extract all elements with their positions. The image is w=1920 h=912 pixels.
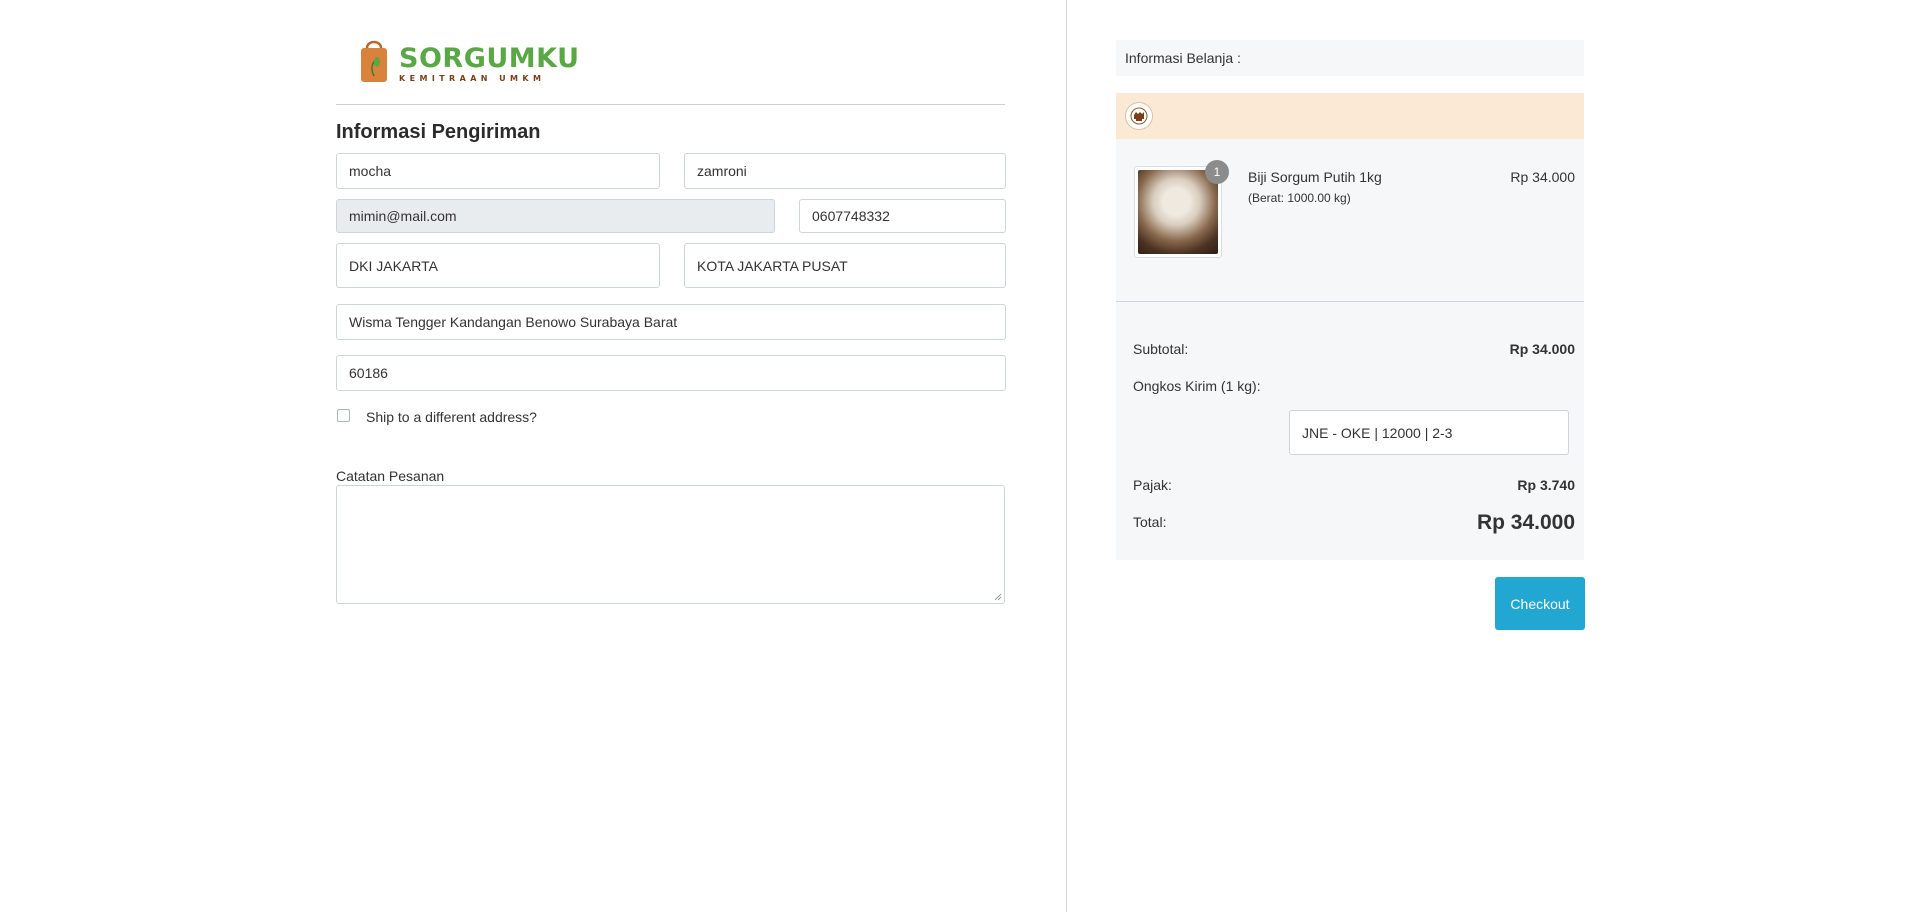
product-price: Rp 34.000: [1510, 169, 1575, 185]
shipping-option-select[interactable]: JNE - OKE | 12000 | 2-3: [1289, 410, 1569, 455]
tax-label: Pajak:: [1133, 477, 1172, 493]
product-weight: (Berat: 1000.00 kg): [1248, 191, 1351, 205]
order-summary-header: Informasi Belanja :: [1116, 40, 1584, 76]
checkout-button[interactable]: Checkout: [1495, 577, 1585, 630]
tax-value: Rp 3.740: [1517, 477, 1575, 493]
header-divider: [336, 104, 1005, 105]
product-name: Biji Sorgum Putih 1kg: [1248, 169, 1382, 185]
city-select[interactable]: KOTA JAKARTA PUSAT: [684, 243, 1006, 288]
total-label: Total:: [1133, 514, 1167, 530]
subtotal-label: Subtotal:: [1133, 341, 1189, 357]
sorgumku-logo[interactable]: SORGUMKU KEMITRAAN UMKM: [359, 38, 579, 88]
page-title: Informasi Pengiriman: [336, 121, 541, 143]
subtotal-value: Rp 34.000: [1509, 341, 1575, 357]
brand-name: SORGUMKU: [399, 43, 580, 74]
order-notes-textarea[interactable]: [336, 485, 1005, 604]
store-bar: [1116, 93, 1584, 139]
ship-different-label[interactable]: Ship to a different address?: [366, 409, 537, 425]
phone-field[interactable]: 0607748332: [799, 199, 1006, 233]
brand-tagline: KEMITRAAN UMKM: [399, 74, 546, 83]
shopping-bag-icon: [361, 40, 387, 82]
column-divider: [1066, 0, 1067, 912]
store-logo-icon: [1125, 102, 1153, 130]
sorghum-image-icon: [1138, 170, 1218, 254]
province-select[interactable]: DKI JAKARTA: [336, 243, 660, 288]
last-name-field[interactable]: zamroni: [684, 153, 1006, 189]
first-name-field[interactable]: mocha: [336, 153, 660, 189]
email-field[interactable]: mimin@mail.com: [336, 199, 775, 233]
resize-grip-icon[interactable]: [994, 593, 1002, 601]
quantity-badge: 1: [1205, 160, 1229, 184]
shipping-cost-label: Ongkos Kirim (1 kg):: [1133, 378, 1261, 394]
ship-different-checkbox[interactable]: [337, 409, 350, 422]
postal-code-field[interactable]: 60186: [336, 355, 1006, 391]
total-value: Rp 34.000: [1476, 511, 1575, 534]
address-field[interactable]: Wisma Tengger Kandangan Benowo Surabaya …: [336, 304, 1006, 340]
cart-divider: [1116, 301, 1584, 302]
notes-label: Catatan Pesanan: [336, 468, 445, 484]
